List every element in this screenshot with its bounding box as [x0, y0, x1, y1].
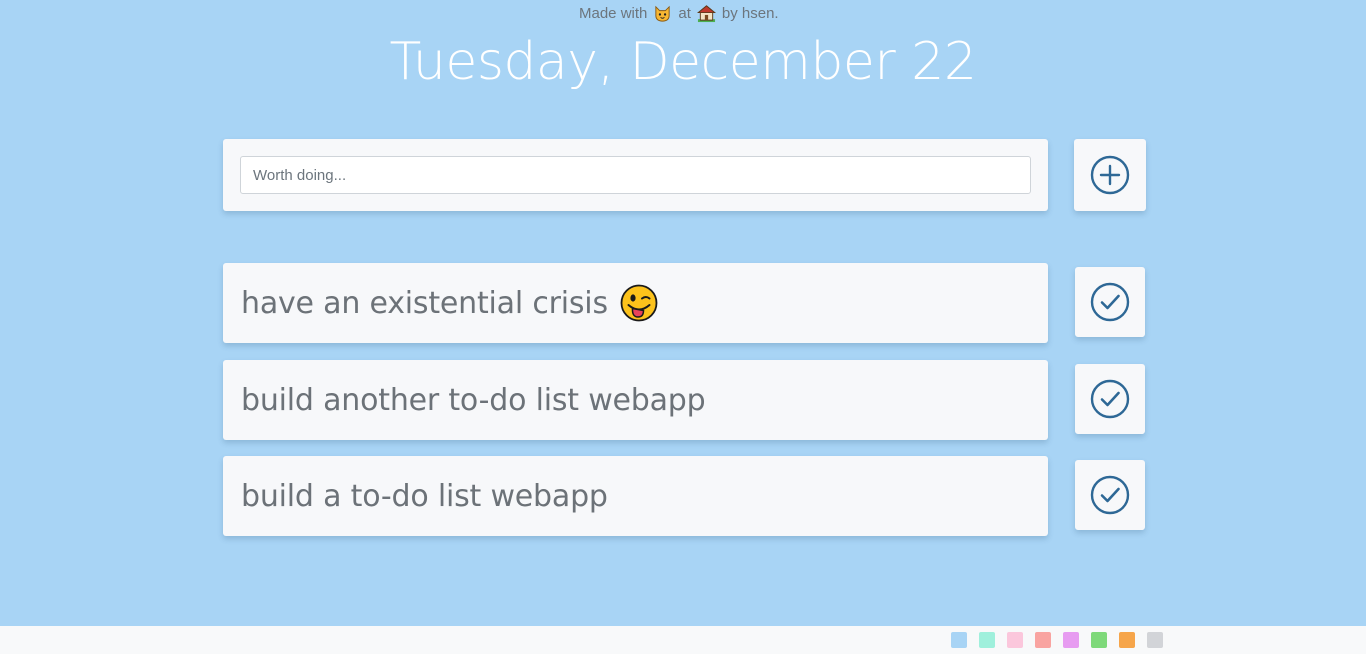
footer-credit: Made with at by hsen. — [579, 4, 779, 23]
todo-item: build a to-do list webapp — [223, 456, 1048, 536]
new-todo-card — [223, 139, 1048, 211]
winking-face-with-tongue-emoji — [620, 284, 658, 322]
add-todo-button[interactable] — [1074, 139, 1146, 211]
theme-swatch[interactable] — [979, 632, 995, 648]
todo-text: build a to-do list webapp — [241, 478, 608, 514]
complete-todo-button[interactable] — [1075, 267, 1145, 337]
theme-swatch[interactable] — [1007, 632, 1023, 648]
complete-todo-button[interactable] — [1075, 364, 1145, 434]
house-emoji — [696, 5, 716, 23]
todo-item: have an existential crisis — [223, 263, 1048, 343]
by-label: by hsen. — [721, 5, 779, 22]
theme-swatches — [951, 632, 1175, 648]
made-with-label: Made with — [579, 5, 648, 22]
todo-item: build another to-do list webapp — [223, 360, 1048, 440]
cat-face-emoji — [655, 5, 670, 22]
todo-text: have an existential crisis — [241, 285, 608, 321]
check-circle-icon — [1090, 379, 1130, 419]
theme-swatch[interactable] — [1035, 632, 1051, 648]
check-circle-icon — [1090, 475, 1130, 515]
at-label: at — [678, 5, 691, 22]
new-todo-input[interactable] — [240, 156, 1031, 194]
page-title: Tuesday, December 22 — [389, 32, 977, 92]
plus-circle-icon — [1090, 155, 1130, 195]
check-circle-icon — [1090, 282, 1130, 322]
theme-swatch[interactable] — [1119, 632, 1135, 648]
theme-swatch[interactable] — [1147, 632, 1163, 648]
theme-swatch[interactable] — [951, 632, 967, 648]
complete-todo-button[interactable] — [1075, 460, 1145, 530]
theme-swatch[interactable] — [1063, 632, 1079, 648]
theme-swatch[interactable] — [1091, 632, 1107, 648]
todo-text: build another to-do list webapp — [241, 382, 706, 418]
